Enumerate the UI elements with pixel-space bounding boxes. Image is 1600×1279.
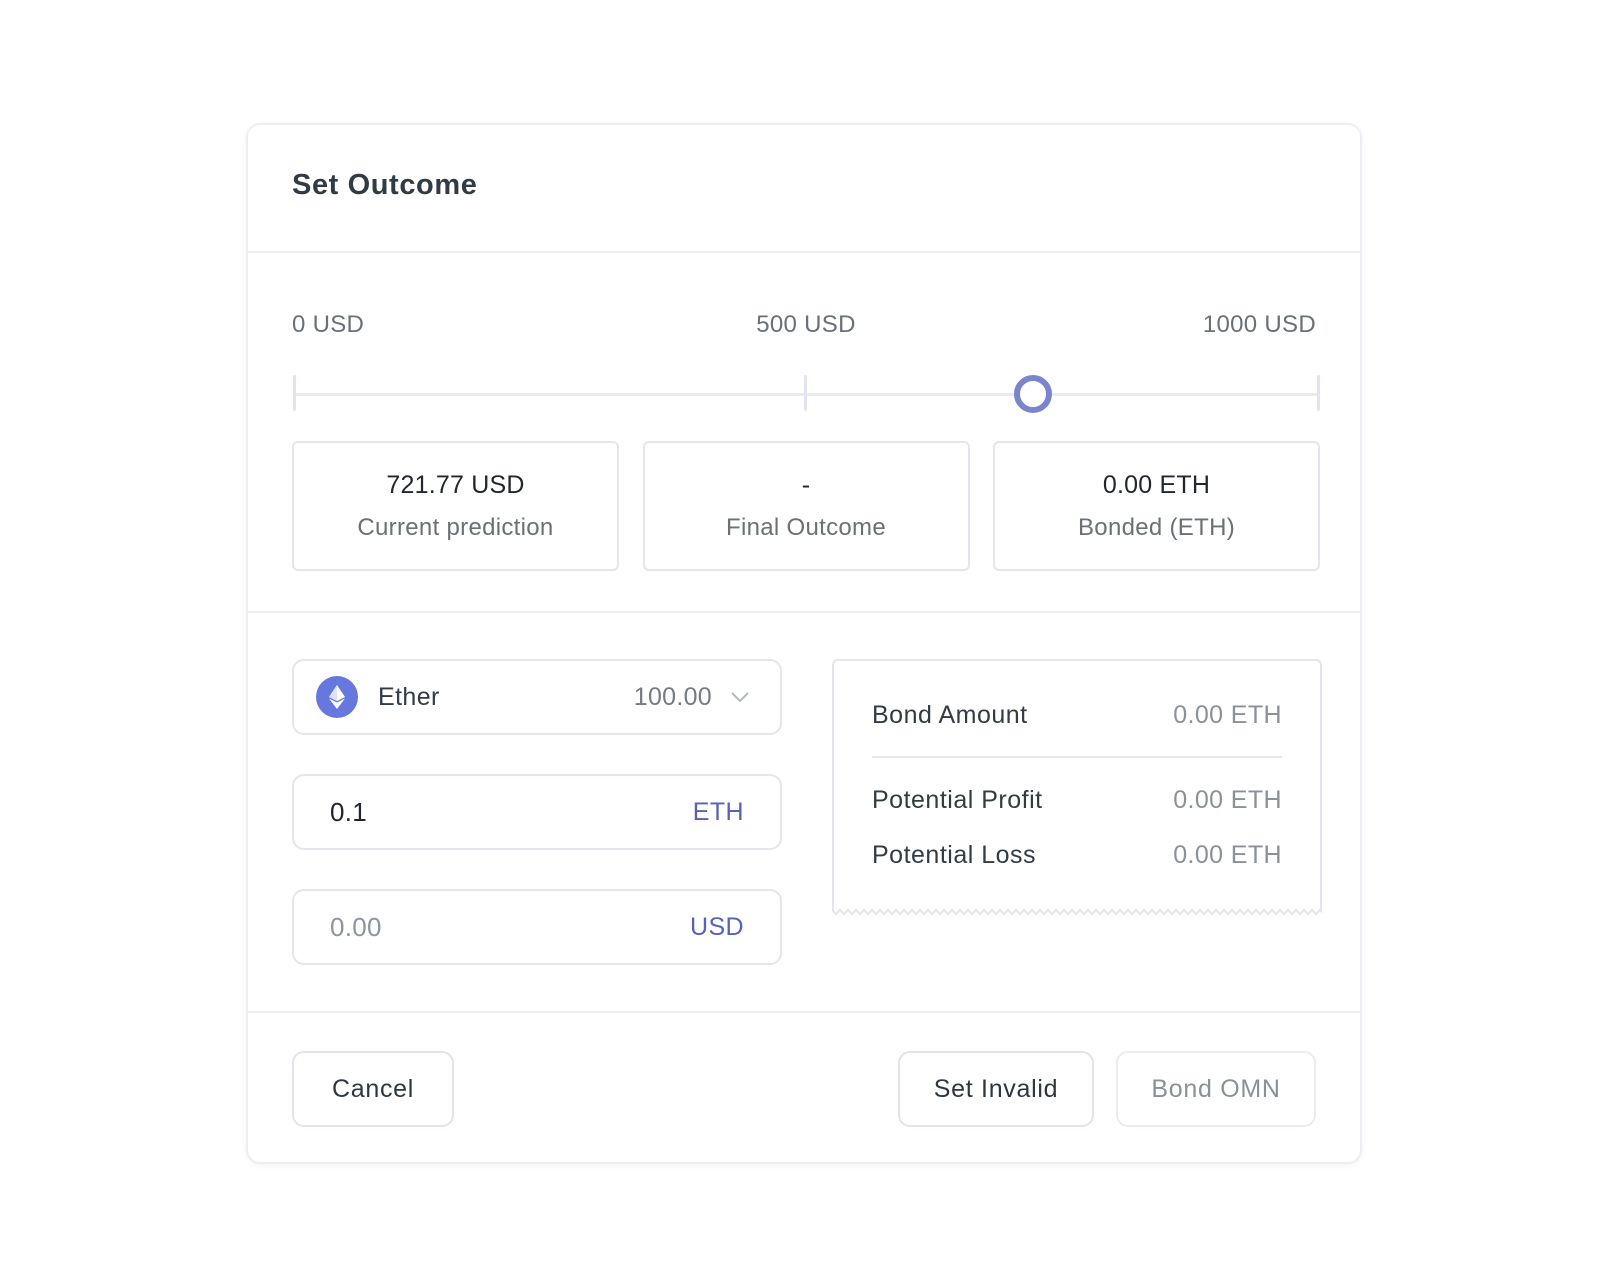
modal-header: Set Outcome	[248, 125, 1360, 253]
chevron-down-icon[interactable]	[730, 687, 750, 707]
scale-max-label: 1000 USD	[1202, 311, 1316, 338]
slider-thumb[interactable]	[1014, 375, 1053, 413]
current-prediction-value: 721.77 USD	[386, 470, 525, 499]
final-outcome-value: -	[801, 470, 811, 499]
eth-amount-input[interactable]	[330, 796, 693, 828]
usd-amount-field[interactable]: USD	[292, 889, 782, 965]
usd-unit-label: USD	[690, 912, 744, 941]
summary-divider	[872, 756, 1282, 758]
stats-row: 721.77 USD Current prediction - Final Ou…	[292, 441, 1320, 571]
bonded-label: Bonded (ETH)	[1078, 513, 1235, 541]
set-outcome-modal: Set Outcome 0 USD 500 USD 1000 USD 721.7…	[246, 123, 1362, 1164]
slider-tick-mid	[804, 375, 807, 411]
bonded-value: 0.00 ETH	[1102, 470, 1211, 499]
current-prediction-card: 721.77 USD Current prediction	[292, 441, 619, 571]
bond-amount-value: 0.00 ETH	[1173, 701, 1282, 729]
scale-min-label: 0 USD	[292, 311, 365, 338]
scale-mid-label: 500 USD	[756, 311, 856, 338]
token-select[interactable]: Ether 100.00	[292, 659, 782, 735]
potential-profit-label: Potential Profit	[872, 786, 1043, 814]
outcome-slider-section: 0 USD 500 USD 1000 USD 721.77 USD Curren…	[248, 253, 1360, 613]
bond-amount-row: Bond Amount 0.00 ETH	[872, 701, 1282, 730]
potential-profit-value: 0.00 ETH	[1173, 786, 1282, 814]
bond-summary-receipt: Bond Amount 0.00 ETH Potential Profit 0.…	[832, 659, 1322, 916]
token-name: Ether	[378, 682, 440, 711]
ethereum-icon	[316, 676, 358, 718]
current-prediction-label: Current prediction	[357, 513, 554, 541]
final-outcome-card: - Final Outcome	[642, 441, 970, 571]
set-invalid-button[interactable]: Set Invalid	[898, 1051, 1094, 1127]
potential-loss-row: Potential Loss 0.00 ETH	[872, 841, 1282, 870]
modal-footer: Cancel Set Invalid Bond OMN	[248, 1013, 1360, 1162]
bonded-card: 0.00 ETH Bonded (ETH)	[993, 441, 1320, 571]
modal-title: Set Outcome	[292, 168, 478, 201]
bond-omn-button[interactable]: Bond OMN	[1116, 1051, 1316, 1127]
eth-amount-field[interactable]: ETH	[292, 774, 782, 850]
final-outcome-label: Final Outcome	[726, 513, 886, 541]
bond-amount-label: Bond Amount	[872, 701, 1028, 729]
potential-loss-label: Potential Loss	[872, 841, 1037, 869]
slider-tick-min	[293, 375, 296, 411]
receipt-wavy-edge	[832, 908, 1322, 916]
token-balance: 100.00	[633, 682, 712, 711]
potential-profit-row: Potential Profit 0.00 ETH	[872, 786, 1282, 815]
bond-section: Ether 100.00 ETH USD Bond Amount 0.00 ET…	[248, 613, 1360, 1013]
potential-loss-value: 0.00 ETH	[1173, 841, 1282, 869]
cancel-button[interactable]: Cancel	[292, 1051, 454, 1127]
slider-tick-max	[1317, 375, 1320, 411]
usd-amount-input[interactable]	[330, 911, 691, 943]
eth-unit-label: ETH	[692, 797, 744, 826]
